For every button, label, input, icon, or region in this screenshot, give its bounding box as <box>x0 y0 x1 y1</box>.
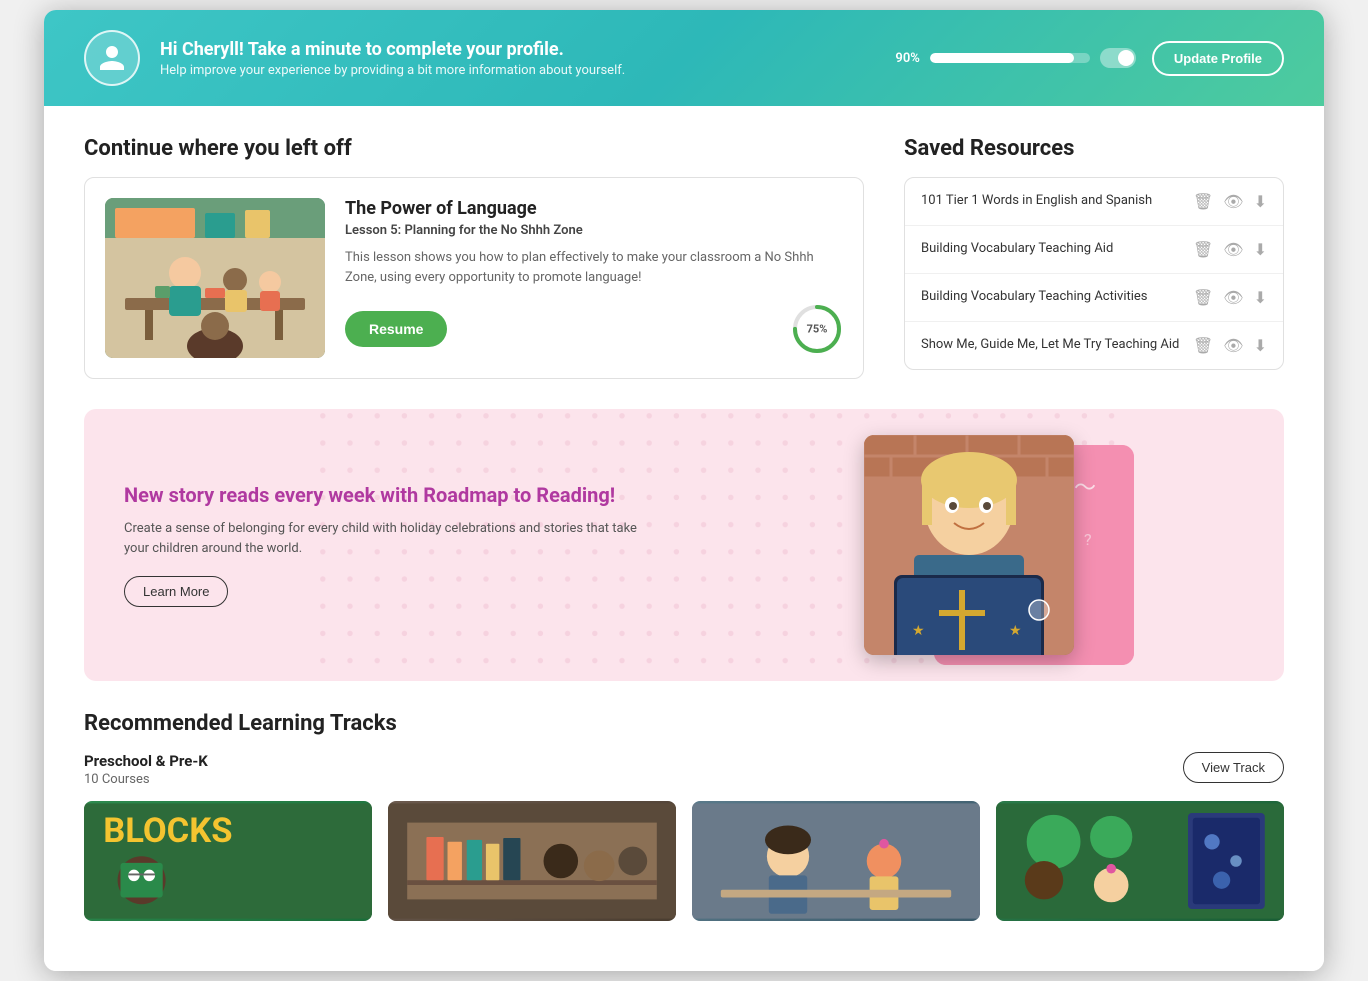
svg-text:★: ★ <box>1009 623 1022 639</box>
continue-section-title: Continue where you left off <box>84 136 864 161</box>
saved-resources-title: Saved Resources <box>904 136 1284 161</box>
lesson-actions: Resume 75% <box>345 303 843 355</box>
left-column: Continue where you left off <box>84 136 864 379</box>
continue-card: The Power of Language Lesson 5: Planning… <box>84 177 864 379</box>
progress-circle-label: 75% <box>807 323 828 336</box>
resource-item: Building Vocabulary Teaching Activities … <box>905 274 1283 322</box>
profile-banner: Hi Cheryll! Take a minute to complete yo… <box>44 10 1324 106</box>
resource-actions: 🗑 👁 ⬇ <box>1193 336 1267 355</box>
course-thumb-4-img <box>996 801 1284 921</box>
lesson-info: The Power of Language Lesson 5: Planning… <box>345 198 843 355</box>
resource-name: Show Me, Guide Me, Let Me Try Teaching A… <box>921 336 1193 354</box>
recommended-section: Recommended Learning Tracks Preschool & … <box>84 711 1284 921</box>
banner-title: Hi Cheryll! Take a minute to complete yo… <box>160 39 875 60</box>
promo-content: New story reads every week with Roadmap … <box>124 483 644 607</box>
classroom-illustration <box>105 198 325 358</box>
svg-text:〜: 〜 <box>1074 476 1096 501</box>
promo-image-area: 〜 ? 〜 〜 〜 ? <box>644 445 1124 645</box>
download-icon[interactable]: ⬇ <box>1254 288 1267 307</box>
delete-icon[interactable]: 🗑 <box>1193 336 1213 355</box>
resume-button[interactable]: Resume <box>345 311 447 347</box>
course-thumb-2-img <box>388 801 676 921</box>
lesson-thumbnail <box>105 198 325 358</box>
resource-actions: 🗑 👁 ⬇ <box>1193 240 1267 259</box>
svg-text:?: ? <box>1084 530 1092 549</box>
course-thumbnails: BLOCKS <box>84 801 1284 921</box>
delete-icon[interactable]: 🗑 <box>1193 288 1213 307</box>
progress-bar-fill <box>930 53 1074 63</box>
course-thumb-1-img: BLOCKS <box>84 801 372 921</box>
promo-title: New story reads every week with Roadmap … <box>124 483 644 507</box>
svg-text:★: ★ <box>912 623 925 639</box>
resource-name: Building Vocabulary Teaching Activities <box>921 288 1193 306</box>
delete-icon[interactable]: 🗑 <box>1193 240 1213 259</box>
main-content: Continue where you left off <box>44 106 1324 971</box>
learn-more-button[interactable]: Learn More <box>124 576 228 607</box>
thumbnail-placeholder <box>105 198 325 358</box>
download-icon[interactable]: ⬇ <box>1254 192 1267 211</box>
progress-label: 90% <box>895 51 919 66</box>
update-profile-button[interactable]: Update Profile <box>1152 41 1284 76</box>
view-track-button[interactable]: View Track <box>1183 752 1284 783</box>
track-title: Preschool & Pre-K <box>84 752 208 770</box>
resource-actions: 🗑 👁 ⬇ <box>1193 288 1267 307</box>
resource-item: Building Vocabulary Teaching Aid 🗑 👁 ⬇ <box>905 226 1283 274</box>
banner-text: Hi Cheryll! Take a minute to complete yo… <box>160 39 875 78</box>
resource-name: Building Vocabulary Teaching Aid <box>921 240 1193 258</box>
saved-resources-card: 101 Tier 1 Words in English and Spanish … <box>904 177 1284 370</box>
view-icon[interactable]: 👁 <box>1223 192 1243 211</box>
avatar <box>84 30 140 86</box>
recommended-section-title: Recommended Learning Tracks <box>84 711 1284 736</box>
promo-photo-svg: ★ ★ <box>864 435 1074 655</box>
view-icon[interactable]: 👁 <box>1223 288 1243 307</box>
progress-section: 90% <box>895 48 1135 68</box>
resource-name: 101 Tier 1 Words in English and Spanish <box>921 192 1193 210</box>
user-icon <box>97 43 127 73</box>
promo-photo: ★ ★ <box>864 435 1074 655</box>
lesson-title: The Power of Language <box>345 198 843 219</box>
course-thumb-1[interactable]: BLOCKS <box>84 801 372 921</box>
resource-item: 101 Tier 1 Words in English and Spanish … <box>905 178 1283 226</box>
download-icon[interactable]: ⬇ <box>1254 240 1267 259</box>
course-thumb-3[interactable] <box>692 801 980 921</box>
progress-bar-bg <box>930 53 1090 63</box>
view-icon[interactable]: 👁 <box>1223 240 1243 259</box>
course-thumb-4[interactable] <box>996 801 1284 921</box>
track-info: Preschool & Pre-K 10 Courses <box>84 752 208 787</box>
track-count: 10 Courses <box>84 772 208 787</box>
banner-right: 90% Update Profile <box>895 41 1284 76</box>
download-icon[interactable]: ⬇ <box>1254 336 1267 355</box>
lesson-subtitle: Lesson 5: Planning for the No Shhh Zone <box>345 223 843 238</box>
course-thumb-3-img <box>692 801 980 921</box>
delete-icon[interactable]: 🗑 <box>1193 192 1213 211</box>
toggle-switch[interactable] <box>1100 48 1136 68</box>
promo-desc: Create a sense of belonging for every ch… <box>124 519 644 558</box>
progress-circle: 75% <box>791 303 843 355</box>
lesson-desc: This lesson shows you how to plan effect… <box>345 248 843 287</box>
svg-text:BLOCKS: BLOCKS <box>103 811 232 851</box>
resource-actions: 🗑 👁 ⬇ <box>1193 192 1267 211</box>
course-thumb-2[interactable] <box>388 801 676 921</box>
resource-item: Show Me, Guide Me, Let Me Try Teaching A… <box>905 322 1283 369</box>
resource-list: 101 Tier 1 Words in English and Spanish … <box>905 178 1283 369</box>
banner-subtitle: Help improve your experience by providin… <box>160 63 875 78</box>
view-icon[interactable]: 👁 <box>1223 336 1243 355</box>
track-header: Preschool & Pre-K 10 Courses View Track <box>84 752 1284 787</box>
right-column: Saved Resources 101 Tier 1 Words in Engl… <box>904 136 1284 379</box>
top-section: Continue where you left off <box>84 136 1284 379</box>
promo-banner: New story reads every week with Roadmap … <box>84 409 1284 681</box>
